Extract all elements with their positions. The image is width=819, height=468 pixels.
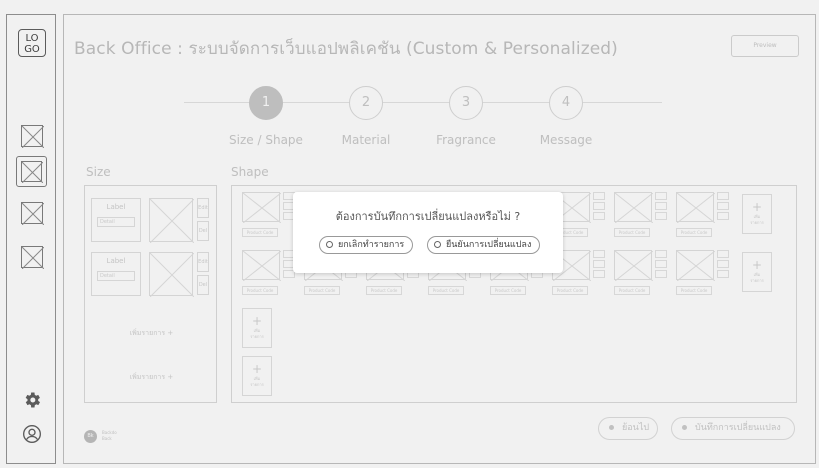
radio-icon	[434, 241, 441, 248]
cancel-button[interactable]: ยกเลิกทำรายการ	[319, 236, 414, 254]
confirm-button[interactable]: ยืนยันการเปลี่ยนแปลง	[427, 236, 541, 254]
confirm-dialog: ต้องการบันทึกการเปลี่ยนแปลงหรือไม่ ? ยกเ…	[293, 192, 563, 273]
cancel-label: ยกเลิกทำรายการ	[338, 240, 405, 250]
radio-icon	[326, 241, 333, 248]
confirm-label: ยืนยันการเปลี่ยนแปลง	[446, 240, 532, 250]
dialog-question: ต้องการบันทึกการเปลี่ยนแปลงหรือไม่ ?	[335, 210, 521, 223]
app-root: LO GO Back Office : ระบบจัดการเว็บแอปพลิ…	[0, 0, 819, 468]
